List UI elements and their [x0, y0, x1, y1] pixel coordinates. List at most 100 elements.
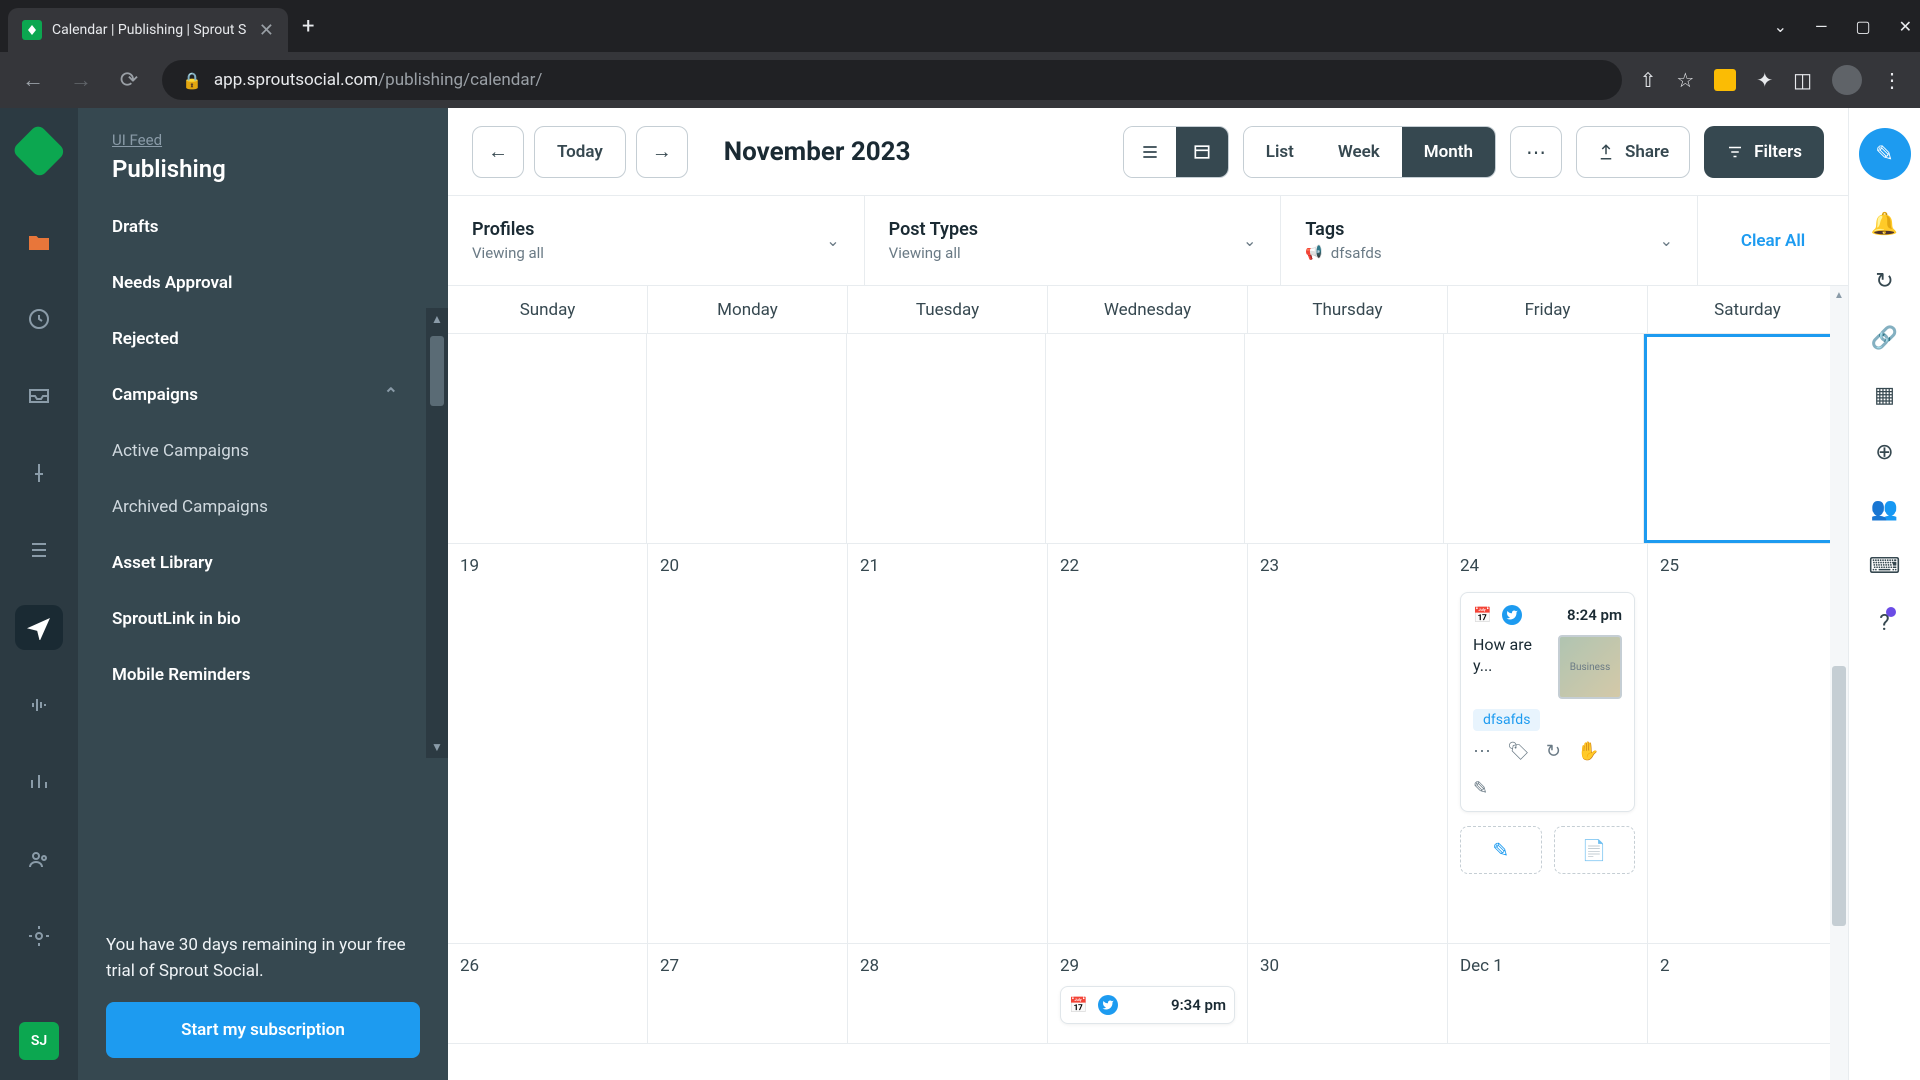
- calendar-cell[interactable]: 22: [1048, 544, 1248, 943]
- scroll-up-arrow[interactable]: ▲: [1830, 286, 1848, 304]
- rail-analytics-icon[interactable]: [15, 759, 63, 804]
- filter-profiles[interactable]: Profiles Viewing all ⌄: [448, 196, 865, 285]
- filter-post-types[interactable]: Post Types Viewing all ⌄: [865, 196, 1282, 285]
- minimize-icon[interactable]: —: [1815, 17, 1828, 36]
- url-field[interactable]: 🔒 app.sproutsocial.com/publishing/calend…: [162, 60, 1622, 100]
- next-button[interactable]: →: [636, 126, 688, 178]
- tabs-dropdown-icon[interactable]: ⌄: [1774, 17, 1787, 36]
- scroll-thumb[interactable]: [430, 336, 444, 406]
- rail-folder-icon[interactable]: [15, 220, 63, 265]
- sidebar-item-rejected[interactable]: Rejected: [78, 311, 432, 367]
- drag-icon[interactable]: ✋: [1577, 741, 1599, 762]
- post-card[interactable]: 📅 8:24 pm How are y... Business dfsafds …: [1460, 592, 1635, 812]
- extensions-icon[interactable]: ✦: [1756, 68, 1773, 92]
- sidebar-item-sproutlink[interactable]: SproutLink in bio: [78, 591, 432, 647]
- subscribe-button[interactable]: Start my subscription: [106, 1002, 420, 1058]
- apps-icon[interactable]: ▦: [1874, 383, 1895, 408]
- sidebar-item-active-campaigns[interactable]: Active Campaigns: [78, 423, 432, 479]
- bookmark-icon[interactable]: ☆: [1676, 68, 1694, 92]
- compose-button[interactable]: ✎: [1859, 128, 1911, 180]
- scroll-up-arrow[interactable]: ▲: [431, 312, 443, 326]
- share-page-icon[interactable]: ⇧: [1640, 68, 1657, 92]
- calendar-cell[interactable]: 25: [1648, 544, 1848, 943]
- close-icon[interactable]: ✕: [259, 20, 274, 41]
- density-compact-button[interactable]: [1124, 127, 1176, 177]
- prev-button[interactable]: ←: [472, 126, 524, 178]
- calendar-cell[interactable]: 19: [448, 544, 648, 943]
- rail-publishing-icon[interactable]: [15, 605, 63, 650]
- add-note-button[interactable]: 📄: [1554, 826, 1636, 874]
- calendar-cell[interactable]: [847, 334, 1046, 543]
- close-window-icon[interactable]: ✕: [1899, 17, 1912, 36]
- calendar-body[interactable]: 19 20 21 22 23 24 📅 8:24 pm: [448, 334, 1848, 1080]
- reload-button[interactable]: ⟳: [114, 68, 144, 93]
- sidebar-scrollbar[interactable]: ▲ ▼: [426, 308, 448, 758]
- calendar-cell[interactable]: 26: [448, 944, 648, 1043]
- edit-icon[interactable]: ✎: [1473, 778, 1488, 799]
- share-button[interactable]: Share: [1576, 126, 1690, 178]
- calendar-cell[interactable]: 27: [648, 944, 848, 1043]
- scroll-thumb[interactable]: [1832, 666, 1846, 926]
- period-month-button[interactable]: Month: [1402, 127, 1495, 177]
- tag-icon[interactable]: 🏷: [1507, 741, 1530, 762]
- rail-pin-icon[interactable]: [15, 451, 63, 496]
- rail-inbox-icon[interactable]: [15, 374, 63, 419]
- calendar-cell[interactable]: 30: [1248, 944, 1448, 1043]
- calendar-cell[interactable]: 20: [648, 544, 848, 943]
- sidebar-item-campaigns[interactable]: Campaigns⌃: [78, 367, 432, 423]
- scroll-down-arrow[interactable]: ▼: [431, 740, 443, 754]
- density-full-button[interactable]: [1176, 127, 1228, 177]
- sidebar-item-asset-library[interactable]: Asset Library: [78, 535, 432, 591]
- main-scrollbar[interactable]: ▲: [1830, 286, 1848, 1080]
- activity-icon[interactable]: ↻: [1875, 269, 1893, 294]
- rail-settings-icon[interactable]: [15, 913, 63, 958]
- calendar-cell[interactable]: 24 📅 8:24 pm How are y... Business: [1448, 544, 1648, 943]
- calendar-cell-today[interactable]: [1644, 334, 1848, 543]
- filter-tags[interactable]: Tags 📢dfsafds ⌄: [1281, 196, 1698, 285]
- clear-all-button[interactable]: Clear All: [1741, 231, 1805, 251]
- calendar-cell[interactable]: [1444, 334, 1643, 543]
- today-button[interactable]: Today: [534, 126, 626, 178]
- calendar-cell[interactable]: [448, 334, 647, 543]
- menu-icon[interactable]: ⋮: [1882, 68, 1902, 92]
- browser-tab[interactable]: Calendar | Publishing | Sprout S ✕: [8, 8, 288, 52]
- rail-people-icon[interactable]: [15, 836, 63, 881]
- compose-post-button[interactable]: ✎: [1460, 826, 1542, 874]
- link-icon[interactable]: 🔗: [1871, 326, 1898, 351]
- calendar-cell[interactable]: [647, 334, 846, 543]
- notifications-icon[interactable]: 🔔: [1871, 212, 1898, 237]
- rail-audio-icon[interactable]: [15, 682, 63, 727]
- breadcrumb[interactable]: UI Feed: [112, 131, 162, 149]
- maximize-icon[interactable]: ▢: [1855, 17, 1870, 36]
- user-avatar[interactable]: SJ: [19, 1022, 59, 1060]
- calendar-cell[interactable]: 2: [1648, 944, 1848, 1043]
- sidebar-item-drafts[interactable]: Drafts: [78, 199, 432, 255]
- calendar-cell[interactable]: 29 📅 9:34 pm: [1048, 944, 1248, 1043]
- calendar-cell[interactable]: 28: [848, 944, 1048, 1043]
- calendar-cell[interactable]: 21: [848, 544, 1048, 943]
- sidebar-item-mobile-reminders[interactable]: Mobile Reminders: [78, 647, 432, 703]
- keyboard-icon[interactable]: ⌨: [1869, 554, 1901, 579]
- period-week-button[interactable]: Week: [1316, 127, 1402, 177]
- profile-avatar[interactable]: [1832, 65, 1862, 95]
- sprout-logo[interactable]: [12, 123, 67, 178]
- repost-icon[interactable]: ↻: [1546, 741, 1561, 762]
- period-list-button[interactable]: List: [1244, 127, 1316, 177]
- calendar-cell[interactable]: [1046, 334, 1245, 543]
- sidebar-item-needs-approval[interactable]: Needs Approval: [78, 255, 432, 311]
- rail-compass-icon[interactable]: [15, 297, 63, 342]
- post-card[interactable]: 📅 9:34 pm: [1060, 986, 1235, 1024]
- filters-button[interactable]: Filters: [1704, 126, 1824, 178]
- more-icon[interactable]: ⋯: [1473, 741, 1491, 762]
- back-button[interactable]: ←: [18, 67, 48, 93]
- extension-badge[interactable]: [1714, 69, 1736, 91]
- calendar-cell[interactable]: Dec 1: [1448, 944, 1648, 1043]
- calendar-cell[interactable]: [1245, 334, 1444, 543]
- people-icon[interactable]: 👥: [1871, 497, 1898, 522]
- help-icon[interactable]: ?: [1879, 611, 1889, 636]
- calendar-cell[interactable]: 23: [1248, 544, 1448, 943]
- sidebar-item-archived-campaigns[interactable]: Archived Campaigns: [78, 479, 432, 535]
- more-button[interactable]: ⋯: [1510, 126, 1562, 178]
- side-panel-icon[interactable]: ◫: [1793, 68, 1812, 92]
- new-tab-button[interactable]: +: [302, 14, 314, 39]
